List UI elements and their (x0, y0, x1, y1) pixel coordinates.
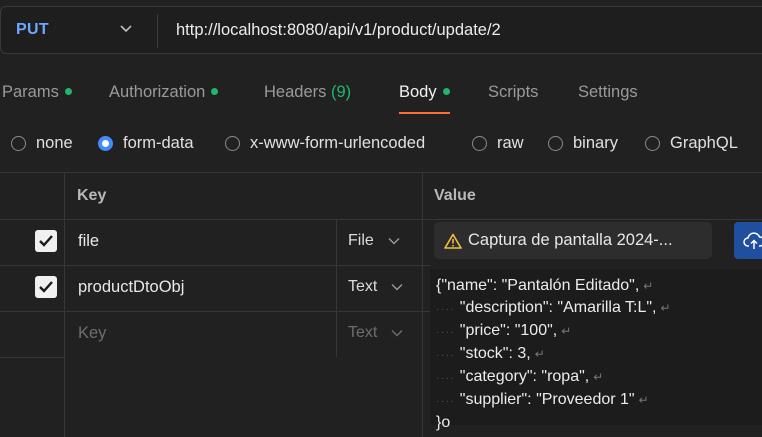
key-cell-productdtoobj[interactable]: productDtoObj (78, 264, 184, 310)
radio-selected-icon (98, 135, 113, 151)
tab-label: Scripts (488, 83, 539, 101)
return-icon: ↵ (593, 370, 604, 384)
indent-dots: ···· (436, 373, 456, 384)
json-line: }o (436, 412, 762, 433)
option-label: none (36, 133, 73, 152)
option-label: GraphQL (670, 133, 738, 152)
return-icon: ↵ (534, 347, 545, 361)
url-input[interactable]: http://localhost:8080/api/v1/product/upd… (176, 7, 501, 53)
chevron-down-icon (388, 238, 400, 245)
tab-label: Authorization (109, 83, 206, 101)
type-select-productdtoobj[interactable]: Text (348, 264, 403, 310)
radio-icon (548, 135, 563, 151)
row-divider (0, 357, 64, 358)
radio-icon (225, 135, 240, 151)
json-line: {"name": "Pantalón Editado", ↵ (436, 275, 762, 297)
divider (157, 14, 158, 48)
chevron-down-icon (391, 284, 403, 291)
chevron-down-icon (120, 25, 132, 33)
column-header-value: Value (434, 187, 476, 204)
indent-dots: ···· (436, 396, 456, 407)
json-line: ···· "supplier": "Proveedor 1" ↵ (436, 389, 762, 412)
json-line: ···· "price": "100", ↵ (436, 320, 762, 343)
tab-body[interactable]: Body (399, 78, 450, 114)
radio-icon (11, 135, 26, 151)
json-line-text: "supplier": "Proveedor 1" (459, 391, 635, 408)
request-url-bar: PUT http://localhost:8080/api/v1/product… (0, 6, 762, 54)
option-label: raw (497, 133, 524, 152)
body-type-graphql[interactable]: GraphQL (645, 128, 738, 158)
checkmark-icon (39, 235, 53, 247)
tab-label: Body (399, 83, 437, 101)
json-line-text: }o (436, 414, 451, 431)
key-cell-file[interactable]: file (78, 218, 99, 264)
request-tabs: Params Authorization Headers (9) Body Sc… (0, 78, 762, 114)
json-value-editor[interactable]: {"name": "Pantalón Editado", ↵ ···· "desc… (430, 269, 762, 431)
checkmark-icon (39, 281, 53, 293)
column-divider (336, 219, 337, 357)
radio-icon (472, 135, 487, 151)
tab-params[interactable]: Params (2, 78, 72, 114)
row-checkbox-productdtoobj[interactable] (35, 276, 57, 298)
method-label: PUT (16, 21, 49, 38)
tab-label: Settings (578, 83, 638, 101)
headers-count: (9) (330, 83, 352, 101)
tab-label: Headers (264, 83, 327, 101)
body-type-binary[interactable]: binary (548, 128, 618, 158)
chevron-down-icon (391, 330, 403, 337)
json-line-text: "stock": 3, (459, 345, 531, 362)
body-type-form-data[interactable]: form-data (98, 128, 194, 158)
type-label: Text (348, 278, 378, 295)
type-select-file[interactable]: File (348, 218, 400, 264)
body-type-none[interactable]: none (11, 128, 73, 158)
return-icon: ↵ (660, 301, 671, 315)
file-value-chip[interactable]: Captura de pantalla 2024-... (434, 222, 712, 259)
tab-settings[interactable]: Settings (578, 78, 638, 114)
file-name: Captura de pantalla 2024-... (468, 231, 673, 249)
json-line-text: "price": "100", (459, 322, 558, 339)
return-icon: ↵ (643, 279, 654, 293)
column-divider (64, 173, 65, 437)
type-label: File (348, 232, 374, 249)
radio-icon (645, 135, 660, 151)
option-label: binary (573, 133, 618, 152)
option-label: form-data (123, 133, 194, 152)
return-icon: ↵ (638, 393, 649, 407)
json-line: ···· "stock": 3, ↵ (436, 343, 762, 366)
upload-button[interactable] (734, 222, 762, 259)
body-type-raw[interactable]: raw (472, 128, 524, 158)
status-dot (442, 87, 450, 95)
type-select-new[interactable]: Text (348, 310, 403, 356)
json-line-text: "category": "ropa", (459, 368, 590, 385)
warning-icon (444, 233, 462, 249)
type-label: Text (348, 324, 378, 341)
body-type-options: none form-data x-www-form-urlencoded raw… (0, 128, 762, 158)
tab-scripts[interactable]: Scripts (488, 78, 538, 114)
tab-authorization[interactable]: Authorization (109, 78, 219, 114)
status-dot (64, 87, 72, 95)
tab-label: Params (2, 83, 59, 101)
json-line: ···· "description": "Amarilla T:L", ↵ (436, 297, 762, 320)
indent-dots: ···· (436, 327, 456, 338)
column-divider (422, 173, 423, 437)
status-dot (211, 87, 219, 95)
indent-dots: ···· (436, 304, 456, 315)
option-label: x-www-form-urlencoded (250, 133, 426, 152)
key-input-new[interactable]: Key (78, 310, 106, 356)
method-dropdown[interactable]: PUT (1, 7, 157, 53)
cloud-upload-icon (743, 231, 762, 249)
return-icon: ↵ (561, 324, 572, 338)
body-type-urlencoded[interactable]: x-www-form-urlencoded (225, 128, 425, 158)
tab-headers[interactable]: Headers (9) (264, 78, 351, 114)
indent-dots: ···· (436, 350, 456, 361)
row-checkbox-file[interactable] (35, 230, 57, 252)
column-header-key: Key (77, 187, 107, 204)
json-line-text: {"name": "Pantalón Editado", (436, 277, 640, 294)
json-line: ···· "category": "ropa", ↵ (436, 366, 762, 389)
json-line-text: "description": "Amarilla T:L", (459, 299, 657, 316)
